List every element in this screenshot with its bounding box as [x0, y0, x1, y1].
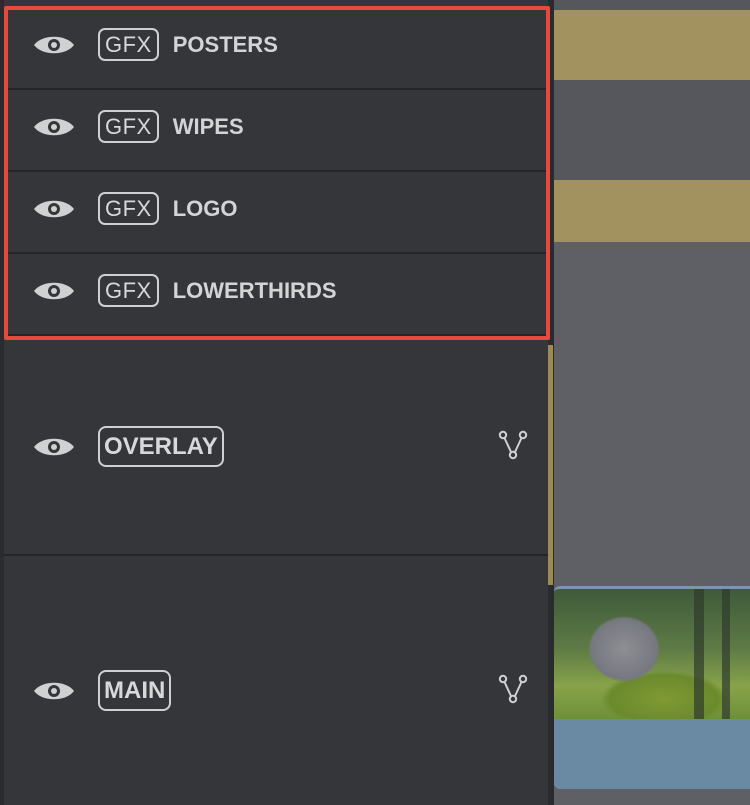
timeline-gap [554, 0, 750, 10]
track-name: POSTERS [172, 31, 278, 57]
logo-clip[interactable] [554, 180, 750, 242]
gfx-badge: GFX [98, 28, 159, 61]
track-name: WIPES [172, 113, 244, 139]
gfx-badge: GFX [98, 274, 159, 307]
track-lowerthirds[interactable]: GFX LOWERTHIRDS [4, 254, 548, 336]
gfx-badge: GFX [98, 192, 159, 225]
eye-icon[interactable] [32, 278, 76, 304]
track-name: LOWERTHIRDS [172, 277, 337, 303]
branch-icon[interactable] [496, 428, 530, 462]
track-overlay[interactable]: OVERLAY [4, 340, 548, 556]
track-badge: MAIN [98, 670, 172, 711]
branch-icon[interactable] [496, 672, 530, 706]
video-thumbnail [554, 589, 750, 719]
overlay-clip-edge [548, 345, 553, 585]
eye-icon[interactable] [32, 678, 76, 704]
eye-icon[interactable] [32, 196, 76, 222]
eye-icon[interactable] [32, 434, 76, 460]
track-badge: OVERLAY [98, 426, 224, 467]
empty-timeline-rows [554, 242, 750, 586]
track-logo[interactable]: GFX LOGO [4, 172, 548, 254]
track-header-panel: GFX POSTERS GFX WIPES GFX LOGO GFX LOWER… [4, 0, 548, 805]
gfx-badge: GFX [98, 110, 159, 143]
eye-icon[interactable] [32, 32, 76, 58]
timeline-area[interactable] [554, 0, 750, 805]
posters-clip[interactable] [554, 10, 750, 80]
eye-icon[interactable] [32, 114, 76, 140]
track-main[interactable]: MAIN [4, 556, 548, 805]
track-name: LOGO [172, 195, 238, 221]
wipes-timeline-row [554, 80, 750, 180]
video-clip-body [554, 719, 750, 789]
main-video-clip[interactable] [554, 586, 750, 789]
track-posters[interactable]: GFX POSTERS [4, 10, 548, 90]
track-wipes[interactable]: GFX WIPES [4, 90, 548, 172]
